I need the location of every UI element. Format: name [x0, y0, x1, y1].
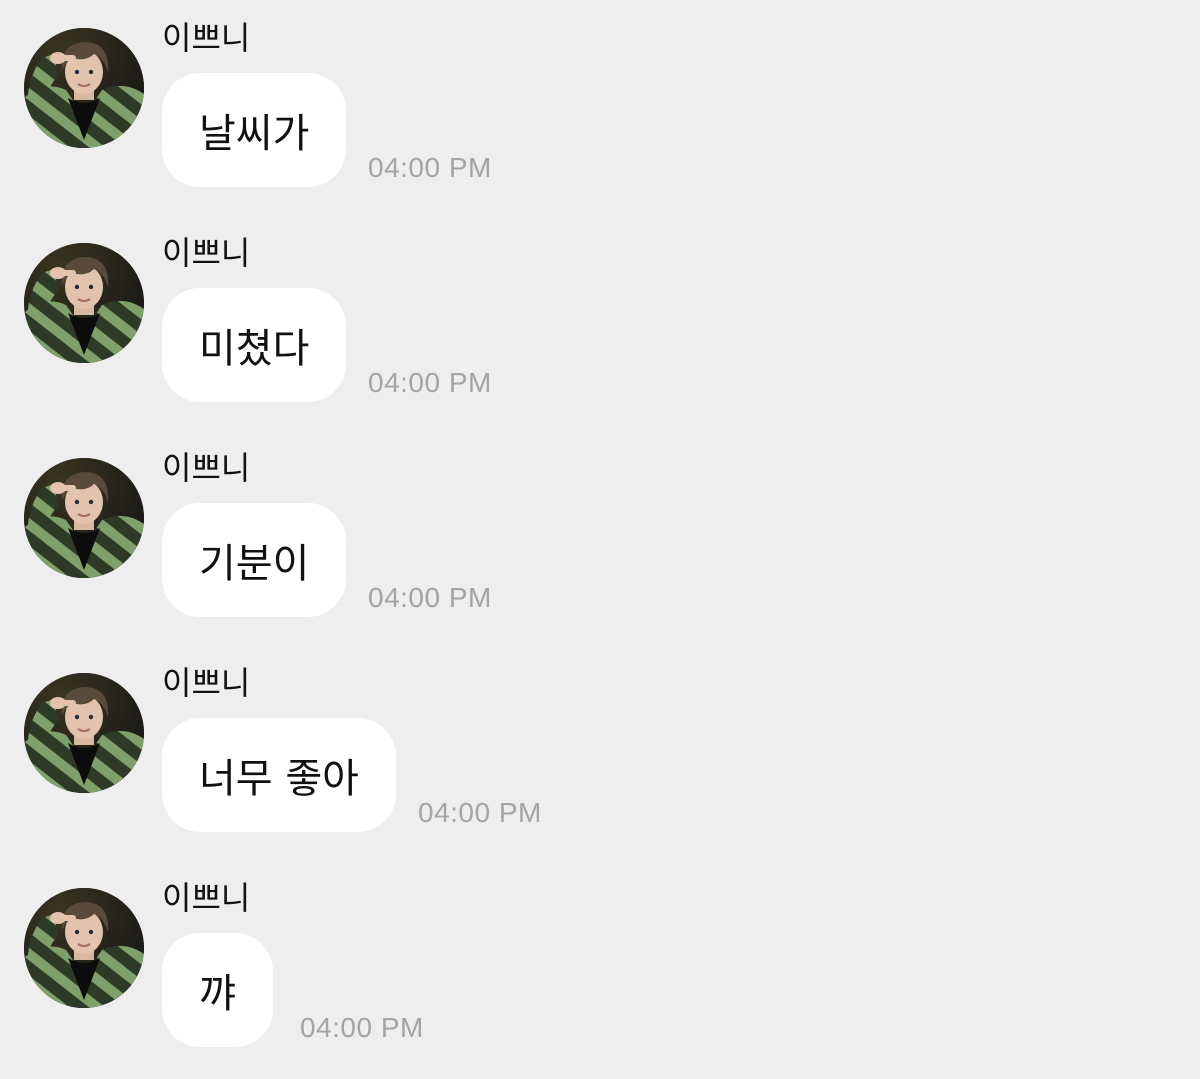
message-row: 이쁘니 꺄 04:00 PM — [0, 860, 1200, 1060]
message-timestamp: 04:00 PM — [418, 797, 542, 828]
profile-photo-avatar-icon — [24, 673, 144, 793]
sender-name[interactable]: 이쁘니 — [162, 663, 250, 703]
sender-avatar[interactable] — [24, 888, 144, 1008]
sender-name[interactable]: 이쁘니 — [162, 878, 250, 918]
profile-photo-avatar-icon — [24, 888, 144, 1008]
message-bubble[interactable]: 너무 좋아 — [162, 718, 396, 832]
message-timestamp: 04:00 PM — [368, 367, 492, 398]
message-bubble[interactable]: 날씨가 — [162, 73, 347, 187]
message-bubble[interactable]: 꺄 — [162, 933, 273, 1047]
sender-avatar[interactable] — [24, 458, 144, 578]
sender-avatar[interactable] — [24, 673, 144, 793]
message-row: 이쁘니 미쳤다 04:00 PM — [0, 215, 1200, 415]
message-bubble[interactable]: 기분이 — [162, 503, 347, 617]
sender-avatar[interactable] — [24, 28, 144, 148]
sender-avatar[interactable] — [24, 243, 144, 363]
profile-photo-avatar-icon — [24, 28, 144, 148]
message-bubble[interactable]: 미쳤다 — [162, 288, 347, 402]
sender-name[interactable]: 이쁘니 — [162, 18, 250, 58]
profile-photo-avatar-icon — [24, 458, 144, 578]
message-timestamp: 04:00 PM — [368, 582, 492, 613]
message-row: 이쁘니 날씨가 04:00 PM — [0, 0, 1200, 200]
chat-message-list[interactable]: 이쁘니 날씨가 04:00 PM 이쁘니 미쳤다 04:00 PM 이쁘니 기분… — [0, 0, 1200, 1079]
sender-name[interactable]: 이쁘니 — [162, 233, 250, 273]
sender-name[interactable]: 이쁘니 — [162, 448, 250, 488]
message-timestamp: 04:00 PM — [368, 152, 492, 183]
message-timestamp: 04:00 PM — [300, 1012, 424, 1043]
profile-photo-avatar-icon — [24, 243, 144, 363]
message-row: 이쁘니 너무 좋아 04:00 PM — [0, 645, 1200, 845]
message-row: 이쁘니 기분이 04:00 PM — [0, 430, 1200, 630]
